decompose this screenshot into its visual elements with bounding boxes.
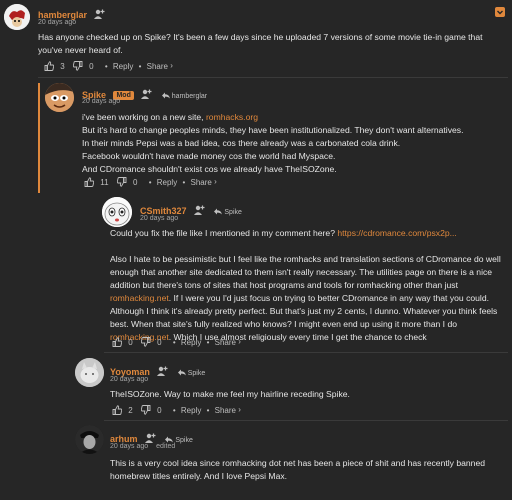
like-count: 11: [100, 177, 109, 187]
chevron-down-icon: [497, 10, 503, 15]
add-user-icon[interactable]: [193, 202, 205, 215]
dislike-count: 0: [157, 337, 162, 347]
comment-body: Could you fix the file like I mentioned …: [110, 228, 501, 342]
add-user-icon[interactable]: [157, 363, 168, 376]
comment-actions: 0 0 • Reply • Share ›: [112, 337, 241, 349]
share-button[interactable]: Share ›: [215, 405, 241, 414]
reply-arrow-icon: [214, 208, 223, 215]
timestamp: 20 days ago: [82, 98, 121, 105]
timestamp: 20 days ago: [140, 215, 179, 222]
thumbs-down-icon[interactable]: [116, 177, 127, 187]
share-button[interactable]: Share ›: [147, 61, 173, 70]
comment-actions: 2 0 • Reply • Share ›: [112, 405, 241, 417]
comment-body: Has anyone checked up on Spike? It's bee…: [38, 32, 483, 55]
like-count: 2: [128, 405, 133, 415]
comments-page: hamberglar 20 days ago Has anyone checke…: [0, 0, 512, 500]
comment-actions: 11 0 • Reply • Share ›: [84, 177, 217, 189]
add-user-icon[interactable]: [94, 6, 105, 19]
romhacks-link[interactable]: romhacks.org: [206, 112, 258, 122]
like-count: 3: [60, 61, 65, 71]
comment-body: TheISOZone. Way to make me feel my hairl…: [110, 389, 350, 399]
avatar-csmith327[interactable]: [102, 197, 132, 227]
avatar-hamberglar[interactable]: [4, 4, 30, 30]
avatar-yoyoman[interactable]: [75, 358, 104, 387]
share-button[interactable]: Share ›: [190, 177, 216, 186]
comment-actions: 3 0 • Reply • Share ›: [44, 61, 173, 73]
timestamp: 20 days ago edited: [110, 443, 176, 450]
divider: [38, 77, 508, 78]
add-user-icon[interactable]: [141, 86, 152, 99]
thumbs-up-icon[interactable]: [112, 337, 122, 347]
edited-label: edited: [156, 443, 176, 450]
like-count: 0: [128, 337, 133, 347]
collapse-button[interactable]: [495, 7, 505, 17]
cdromance-link[interactable]: https://cdromance.com/psx2p...: [337, 228, 456, 238]
add-user-icon[interactable]: [144, 430, 156, 443]
reply-arrow-icon: [177, 369, 186, 376]
reply-button[interactable]: Reply: [181, 338, 201, 347]
thumbs-down-icon[interactable]: [140, 405, 151, 415]
reply-to-link[interactable]: Spike: [177, 369, 205, 377]
dislike-count: 0: [133, 177, 138, 187]
dislike-count: 0: [157, 405, 162, 415]
share-button[interactable]: Share ›: [215, 337, 241, 346]
reply-arrow-icon: [165, 436, 174, 443]
dislike-count: 0: [89, 61, 94, 71]
comment-body: This is a very cool idea since romhackin…: [110, 458, 486, 481]
romhacking-link[interactable]: romhacking.net: [110, 293, 169, 303]
avatar-spike[interactable]: [45, 83, 74, 112]
divider: [104, 352, 508, 353]
timestamp: 20 days ago: [38, 19, 77, 26]
reply-button[interactable]: Reply: [157, 178, 177, 187]
thumbs-up-icon[interactable]: [112, 405, 122, 415]
thumbs-up-icon[interactable]: [84, 177, 94, 187]
thumbs-down-icon[interactable]: [140, 337, 151, 347]
thumbs-up-icon[interactable]: [44, 61, 54, 71]
reply-arrow-icon: [161, 92, 170, 99]
reply-to-link[interactable]: Spike: [214, 208, 242, 216]
reply-button[interactable]: Reply: [113, 62, 133, 71]
comment-body: i've been working on a new site, romhack…: [82, 112, 464, 174]
timestamp: 20 days ago: [110, 376, 149, 383]
thumbs-down-icon[interactable]: [72, 61, 83, 71]
avatar-arhum[interactable]: [75, 425, 104, 454]
reply-to-link[interactable]: hamberglar: [161, 92, 207, 100]
divider: [104, 420, 508, 421]
thread-line: [38, 83, 40, 193]
reply-button[interactable]: Reply: [181, 406, 201, 415]
